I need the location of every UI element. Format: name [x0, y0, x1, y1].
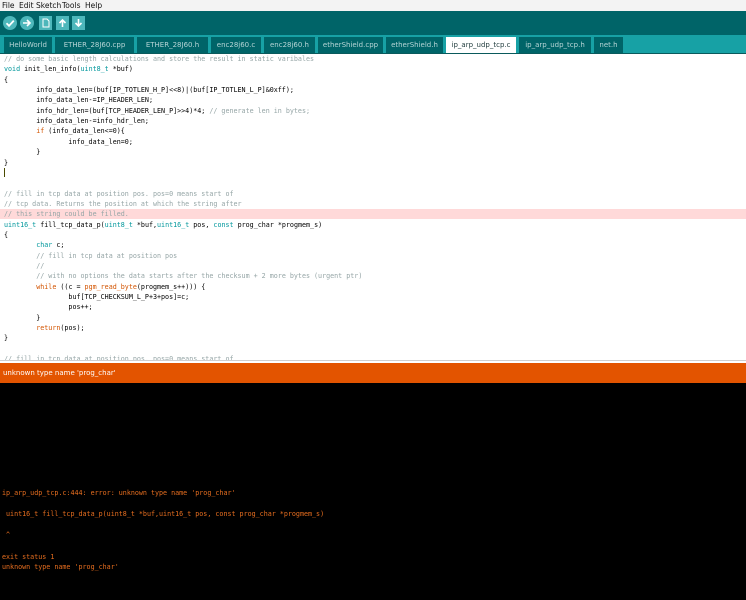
code-line: uint16_t fill_tcp_data_p(uint8_t *buf,ui…	[4, 220, 323, 229]
code-editor[interactable]: // do some basic length calculations and…	[0, 54, 746, 360]
tab-ethershield-h[interactable]: etherShield.h	[386, 37, 443, 54]
menu-bar: File Edit Sketch Tools Help	[0, 0, 746, 11]
code-line: buf[TCP_CHECKSUM_L_P+3+pos]=c;	[4, 293, 190, 302]
console-line: exit status 1	[2, 552, 55, 561]
error-message: unknown type name 'prog_char'	[3, 369, 116, 377]
console-line: unknown type name 'prog_char'	[2, 563, 119, 572]
menu-sketch[interactable]: Sketch	[36, 1, 61, 10]
code-line: }	[4, 158, 9, 167]
console-line: ^	[2, 531, 11, 540]
code-line: //	[36, 262, 45, 270]
code-line: while ((c = pgm_read_byte(progmem_s++)))…	[36, 282, 206, 291]
error-status-bar: unknown type name 'prog_char'	[0, 363, 746, 383]
code-line: info_data_len-=info_hdr_len;	[4, 117, 149, 126]
menu-file[interactable]: File	[2, 1, 15, 10]
code-line: {	[4, 75, 9, 84]
code-line: // fill in tcp data at position pos	[36, 251, 178, 260]
tab-net-h[interactable]: net.h	[594, 37, 623, 54]
code-line: info_data_len-=IP_HEADER_LEN;	[4, 96, 153, 105]
tab-enc28j60-h[interactable]: enc28j60.h	[264, 37, 315, 54]
console-line: ip_arp_udp_tcp.c:444: error: unknown typ…	[2, 489, 236, 497]
save-button[interactable]	[72, 16, 85, 30]
arrow-down-icon	[74, 19, 83, 28]
menu-tools[interactable]: Tools	[62, 1, 80, 10]
code-line: return(pos);	[36, 324, 85, 333]
code-line: if (info_data_len<=0){	[36, 127, 125, 136]
console-output[interactable]: ip_arp_udp_tcp.c:444: error: unknown typ…	[0, 383, 746, 600]
console-line: uint16_t fill_tcp_data_p(uint8_t *buf,ui…	[2, 510, 325, 519]
tab-ether-28j60-h[interactable]: ETHER_28J60.h	[137, 37, 208, 54]
code-line: // this string could be filled.	[4, 210, 129, 219]
code-line: // fill in tcp data at position pos. pos…	[4, 189, 234, 198]
tab-enc28j60-c[interactable]: enc28j60.c	[211, 37, 261, 54]
tab-ether-28j60-cpp[interactable]: ETHER_28J60.cpp	[55, 37, 134, 54]
open-button[interactable]	[56, 16, 69, 30]
upload-button[interactable]	[20, 16, 34, 30]
toolbar	[0, 11, 746, 35]
tab-bar: HelloWorld ETHER_28J60.cpp ETHER_28J60.h…	[0, 35, 746, 54]
code-line: info_hdr_len=(buf[TCP_HEADER_LEN_P]>>4)*…	[4, 106, 310, 115]
code-line: pos++;	[4, 303, 93, 312]
tab-ethershield-cpp[interactable]: etherShield.cpp	[318, 37, 383, 54]
code-line: }	[4, 313, 41, 322]
code-line: char c;	[36, 241, 65, 250]
menu-help[interactable]: Help	[85, 1, 102, 10]
code-line: // tcp data. Returns the position at whi…	[4, 199, 242, 208]
code-line: }	[4, 148, 41, 157]
verify-button[interactable]	[3, 16, 17, 30]
code-line: void init_len_info(uint8_t *buf)	[4, 65, 133, 74]
code-line: // with no options the data starts after…	[36, 272, 363, 281]
code-line: // do some basic length calculations and…	[4, 55, 315, 63]
code-line: {	[4, 230, 9, 239]
new-button[interactable]	[39, 16, 52, 30]
menu-edit[interactable]: Edit	[19, 1, 34, 10]
code-line: }	[4, 334, 9, 343]
arrow-right-icon	[23, 19, 32, 27]
arrow-up-icon	[58, 18, 67, 27]
tab-ip-arp-udp-tcp-c[interactable]: ip_arp_udp_tcp.c	[446, 37, 516, 54]
code-line: info_data_len=0;	[4, 137, 133, 146]
new-file-icon	[42, 18, 50, 28]
tab-helloworld[interactable]: HelloWorld	[4, 37, 52, 54]
text-caret	[4, 168, 5, 177]
tab-ip-arp-udp-tcp-h[interactable]: ip_arp_udp_tcp.h	[519, 37, 591, 54]
check-icon	[5, 19, 15, 28]
code-line: info_data_len=(buf[IP_TOTLEN_H_P]<<8)|(b…	[4, 86, 294, 95]
